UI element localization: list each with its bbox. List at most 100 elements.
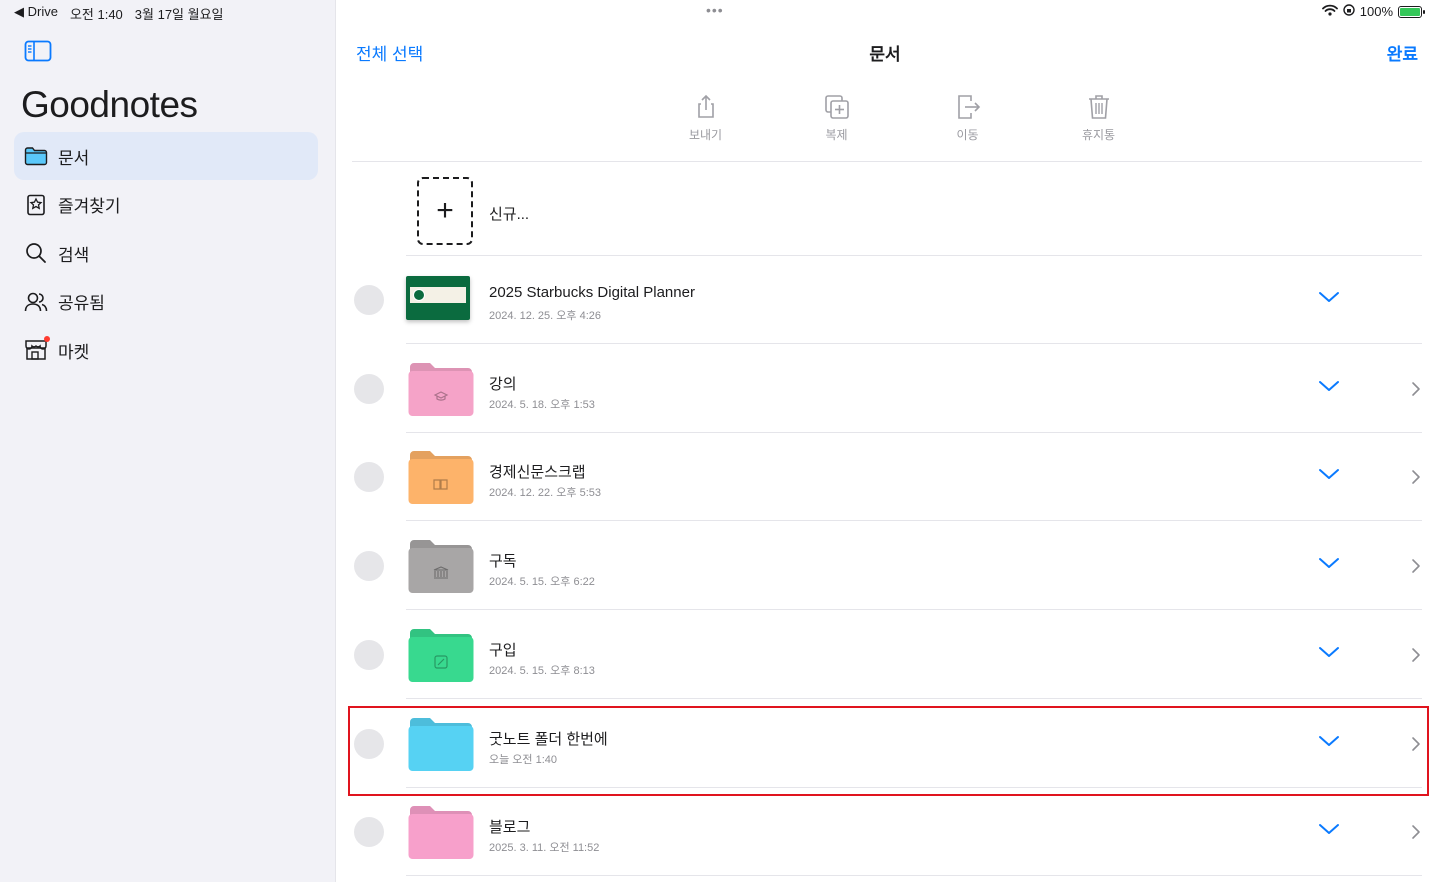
sidebar-nav: 문서 즐겨찾기 검색 공유됨 마켓 (14, 132, 318, 375)
item-date: 2024. 5. 15. 오후 6:22 (489, 576, 595, 588)
battery-icon (1398, 5, 1425, 18)
new-item-plus-icon: + (417, 177, 473, 245)
selection-radio[interactable] (354, 817, 384, 847)
item-date: 오늘 오전 1:40 (489, 754, 558, 766)
sidebar-item-shared[interactable]: 공유됨 (14, 278, 318, 326)
list-item[interactable]: 경제신문스크랩 2024. 12. 22. 오후 5:53 (352, 433, 1422, 521)
back-to-drive[interactable]: ◀ Drive (14, 4, 58, 23)
folder-thumbnail-icon (408, 540, 474, 593)
folder-thumbnail-icon (408, 363, 474, 416)
multitasking-dots[interactable]: ••• (706, 2, 724, 18)
row-divider (406, 609, 1422, 610)
folder-thumbnail-icon (408, 806, 474, 859)
duplicate-icon (824, 95, 849, 119)
sidebar-item-market[interactable]: 마켓 (14, 326, 318, 374)
sidebar-item-label: 즐겨찾기 (58, 197, 121, 216)
list-item[interactable]: 굿노트 폴더 한번에 오늘 오전 1:40 (352, 700, 1422, 788)
selection-radio[interactable] (354, 285, 384, 315)
item-name: 굿노트 폴더 한번에 (489, 731, 608, 748)
chevron-right-icon[interactable] (1411, 736, 1421, 757)
trash-icon (1088, 95, 1109, 119)
sidebar-item-label: 공유됨 (58, 294, 105, 313)
row-divider (406, 343, 1422, 344)
chevron-down-icon[interactable] (1318, 645, 1340, 664)
selection-radio[interactable] (354, 374, 384, 404)
list-item[interactable]: 블로그 2025. 3. 11. 오전 11:52 (352, 788, 1422, 876)
item-date: 2024. 5. 18. 오후 1:53 (489, 399, 595, 411)
new-item-row[interactable]: + 신규... (352, 162, 1422, 256)
chevron-right-icon[interactable] (1411, 647, 1421, 668)
chevron-down-icon[interactable] (1318, 556, 1340, 575)
chevron-down-icon[interactable] (1318, 379, 1340, 398)
row-divider (406, 875, 1422, 876)
chevron-down-icon[interactable] (1318, 467, 1340, 486)
battery-percent: 100% (1359, 4, 1393, 19)
list-item[interactable]: 구입 2024. 5. 15. 오후 8:13 (352, 611, 1422, 699)
folder-thumbnail-icon (408, 718, 474, 771)
chevron-right-icon[interactable] (1411, 558, 1421, 579)
item-date: 2025. 3. 11. 오전 11:52 (489, 842, 600, 854)
share-icon (697, 94, 714, 118)
shared-people-icon (24, 290, 48, 314)
brand-title: Goodnotes (21, 84, 198, 125)
item-date: 2024. 5. 15. 오후 8:13 (489, 665, 595, 677)
trash-button[interactable]: 휴지통 (1033, 94, 1164, 143)
move-icon (957, 95, 980, 119)
status-time: 오전 1:40 (69, 7, 123, 22)
sidebar-item-documents[interactable]: 문서 (14, 132, 318, 180)
done-button[interactable]: 완료 (1387, 40, 1418, 65)
notification-dot (44, 336, 50, 342)
action-toolbar: 보내기 복제 이동 휴지통 (640, 94, 1164, 143)
item-name: 경제신문스크랩 (489, 464, 586, 481)
store-icon (24, 336, 50, 362)
orientation-lock-icon (1343, 4, 1355, 19)
new-item-label: 신규... (489, 206, 530, 223)
goodnotes-app: ◀ Drive 오전 1:40 3월 17일 월요일 Goodnotes 문서 … (0, 0, 1434, 882)
send-button[interactable]: 보내기 (640, 94, 771, 143)
row-divider (406, 520, 1422, 521)
status-date: 3월 17일 월요일 (134, 7, 224, 22)
sidebar-item-label: 문서 (58, 148, 90, 168)
item-name: 구독 (489, 553, 517, 570)
selection-radio[interactable] (354, 729, 384, 759)
row-divider (406, 698, 1422, 699)
sidebar-item-label: 마켓 (58, 342, 90, 362)
send-label: 보내기 (688, 128, 723, 142)
sidebar-item-label: 검색 (58, 245, 90, 265)
status-left: ◀ Drive 오전 1:40 3월 17일 월요일 (14, 4, 224, 23)
chevron-right-icon[interactable] (1411, 824, 1421, 845)
chevron-down-icon[interactable] (1318, 734, 1340, 753)
item-date: 2024. 12. 22. 오후 5:53 (489, 487, 601, 499)
chevron-down-icon[interactable] (1318, 822, 1340, 841)
duplicate-button[interactable]: 복제 (771, 94, 902, 143)
selection-radio[interactable] (354, 462, 384, 492)
wifi-icon (1321, 4, 1338, 19)
page-title: 문서 (869, 45, 901, 64)
folder-thumbnail-icon (408, 629, 474, 682)
folder-icon (24, 144, 48, 168)
item-date: 2024. 12. 25. 오후 4:26 (489, 310, 601, 322)
list-item[interactable]: 구독 2024. 5. 15. 오후 6:22 (352, 522, 1422, 610)
move-button[interactable]: 이동 (902, 94, 1033, 143)
list-item[interactable]: 2025 Starbucks Digital Planner 2024. 12.… (352, 256, 1422, 344)
item-name: 강의 (489, 376, 517, 393)
bookmark-icon (24, 193, 48, 217)
notebook-cover-thumbnail (406, 276, 470, 320)
sidebar: ◀ Drive 오전 1:40 3월 17일 월요일 Goodnotes 문서 … (0, 0, 336, 882)
sidebar-item-search[interactable]: 검색 (14, 229, 318, 277)
chevron-down-icon[interactable] (1318, 290, 1340, 309)
folder-thumbnail-icon (408, 451, 474, 504)
chevron-right-icon[interactable] (1411, 381, 1421, 402)
list-item[interactable]: 강의 2024. 5. 18. 오후 1:53 (352, 345, 1422, 433)
move-label: 이동 (956, 128, 979, 142)
status-right: 100% (1321, 4, 1425, 19)
search-icon (24, 241, 48, 265)
selection-radio[interactable] (354, 640, 384, 670)
sidebar-toggle-icon[interactable] (24, 40, 52, 67)
selection-radio[interactable] (354, 551, 384, 581)
trash-label: 휴지통 (1081, 128, 1116, 142)
item-name: 구입 (489, 642, 517, 659)
item-name: 블로그 (489, 819, 531, 836)
sidebar-item-favorites[interactable]: 즐겨찾기 (14, 181, 318, 229)
chevron-right-icon[interactable] (1411, 469, 1421, 490)
